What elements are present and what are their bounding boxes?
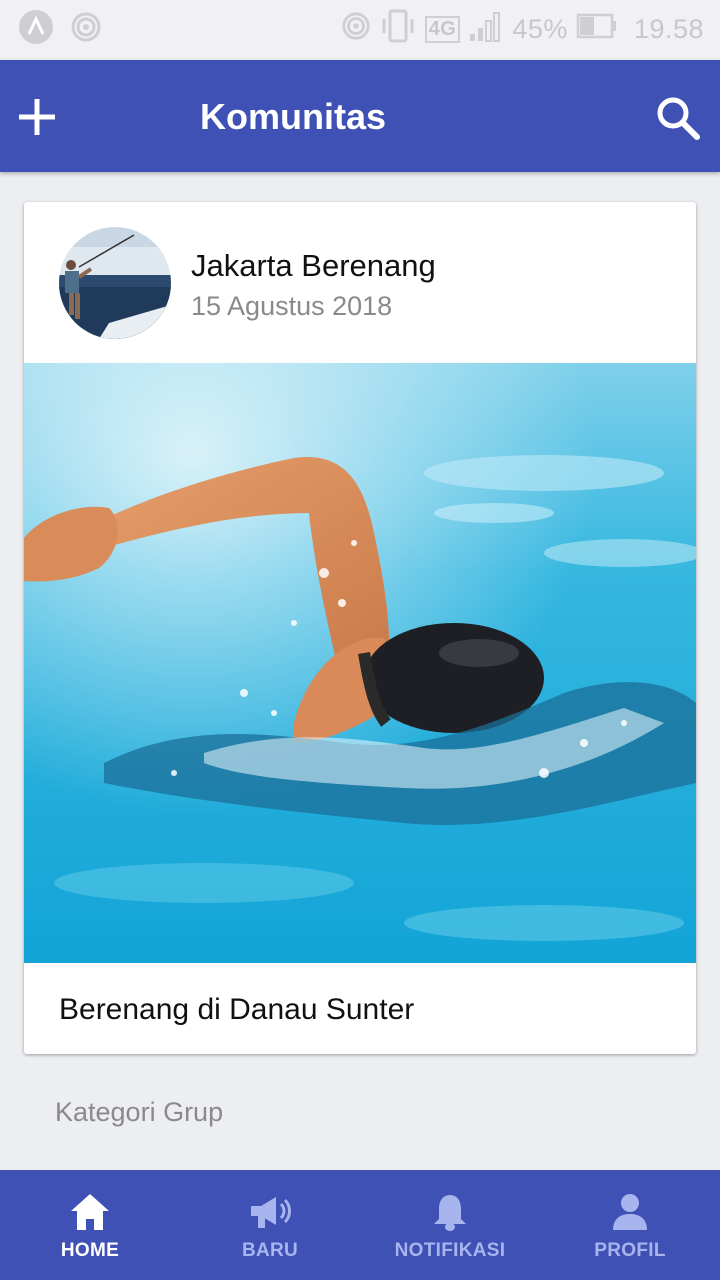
page-title: Komunitas <box>200 96 387 137</box>
nav-label-baru: BARU <box>241 1240 299 1261</box>
group-avatar[interactable] <box>59 227 171 339</box>
megaphone-icon <box>248 1190 292 1234</box>
home-icon <box>68 1190 112 1234</box>
plus-icon <box>19 99 55 135</box>
nav-item-home[interactable]: HOME <box>0 1170 180 1280</box>
post-card[interactable]: Jakarta Berenang 15 Agustus 2018 Berenan… <box>24 202 696 1054</box>
add-button[interactable] <box>16 96 58 138</box>
post-date: 15 Agustus 2018 <box>191 291 393 321</box>
person-icon <box>608 1190 652 1234</box>
status-left <box>18 9 102 50</box>
bottom-navigation: HOME BARU NOTIFIKASI PROFIL <box>0 1170 720 1280</box>
nav-item-notifikasi[interactable]: NOTIFIKASI <box>360 1170 540 1280</box>
status-bar: 4G 45% 19.58 <box>0 0 720 58</box>
group-name[interactable]: Jakarta Berenang <box>191 248 436 284</box>
bell-icon <box>428 1190 472 1234</box>
search-icon <box>657 97 700 140</box>
hotspot-icon <box>70 11 102 48</box>
section-label-kategori: Kategori Grup <box>55 1097 224 1127</box>
hotspot-icon <box>341 11 371 48</box>
network-type: 4G <box>424 16 461 43</box>
nav-item-profil[interactable]: PROFIL <box>540 1170 720 1280</box>
app-bar: Komunitas <box>0 60 720 172</box>
vibrate-icon <box>379 9 417 50</box>
battery-percent: 45% <box>512 14 568 44</box>
nav-label-profil: PROFIL <box>594 1240 666 1261</box>
search-button[interactable] <box>654 94 702 142</box>
status-right: 4G 45% 19.58 <box>341 9 704 50</box>
nav-item-baru[interactable]: BARU <box>180 1170 360 1280</box>
app-notification-icon <box>18 9 54 50</box>
battery-icon <box>576 12 618 47</box>
post-image[interactable] <box>24 363 696 963</box>
clock: 19.58 <box>633 14 704 44</box>
nav-label-home: HOME <box>60 1240 120 1261</box>
signal-icon <box>468 10 504 49</box>
nav-label-notifikasi: NOTIFIKASI <box>394 1240 506 1261</box>
post-header: Jakarta Berenang 15 Agustus 2018 <box>24 202 696 363</box>
post-caption[interactable]: Berenang di Danau Sunter <box>59 992 414 1028</box>
